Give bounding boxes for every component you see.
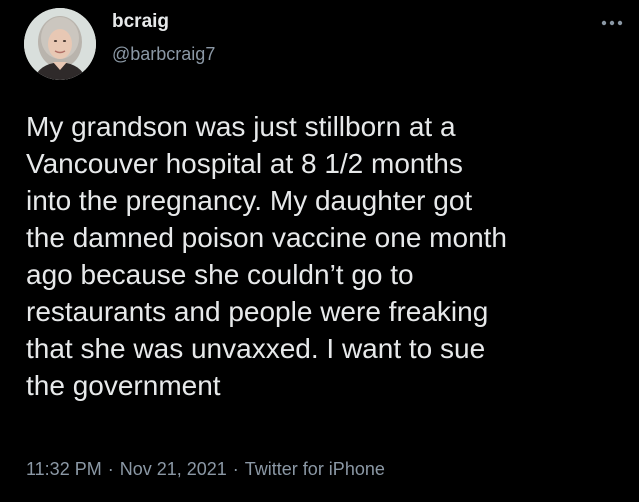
tweet-source[interactable]: Twitter for iPhone <box>245 459 385 479</box>
more-horizontal-icon <box>601 20 623 26</box>
tweet-metadata: 11:32 PM · Nov 21, 2021 · Twitter for iPhone <box>26 458 385 480</box>
tweet-text-line: the damned poison vaccine one month <box>26 222 507 253</box>
tweet-text-line: that she was unvaxxed. I want to sue <box>26 333 486 364</box>
tweet-time[interactable]: 11:32 PM <box>26 459 102 479</box>
display-name[interactable]: bcraig <box>112 10 215 34</box>
avatar[interactable] <box>24 8 96 80</box>
tweet-text-line: into the pregnancy. My daughter got <box>26 185 473 216</box>
profile-photo-icon <box>24 8 96 80</box>
tweet-text: My grandson was just stillborn at a Vanc… <box>26 108 626 404</box>
tweet-date[interactable]: Nov 21, 2021 <box>120 459 227 479</box>
separator: · <box>107 459 114 479</box>
tweet-text-line: My grandson was just stillborn at a <box>26 111 456 142</box>
tweet-text-line: Vancouver hospital at 8 1/2 months <box>26 148 463 179</box>
separator: · <box>232 459 239 479</box>
author-info: bcraig @barbcraig7 <box>112 10 215 66</box>
tweet-text-line: ago because she couldn’t go to <box>26 259 414 290</box>
tweet-card: bcraig @barbcraig7 My grandson was just … <box>0 0 639 502</box>
tweet-text-line: restaurants and people were freaking <box>26 296 489 327</box>
tweet-text-line: the government <box>26 370 221 401</box>
user-handle[interactable]: @barbcraig7 <box>112 42 215 66</box>
more-options-button[interactable] <box>601 12 623 34</box>
